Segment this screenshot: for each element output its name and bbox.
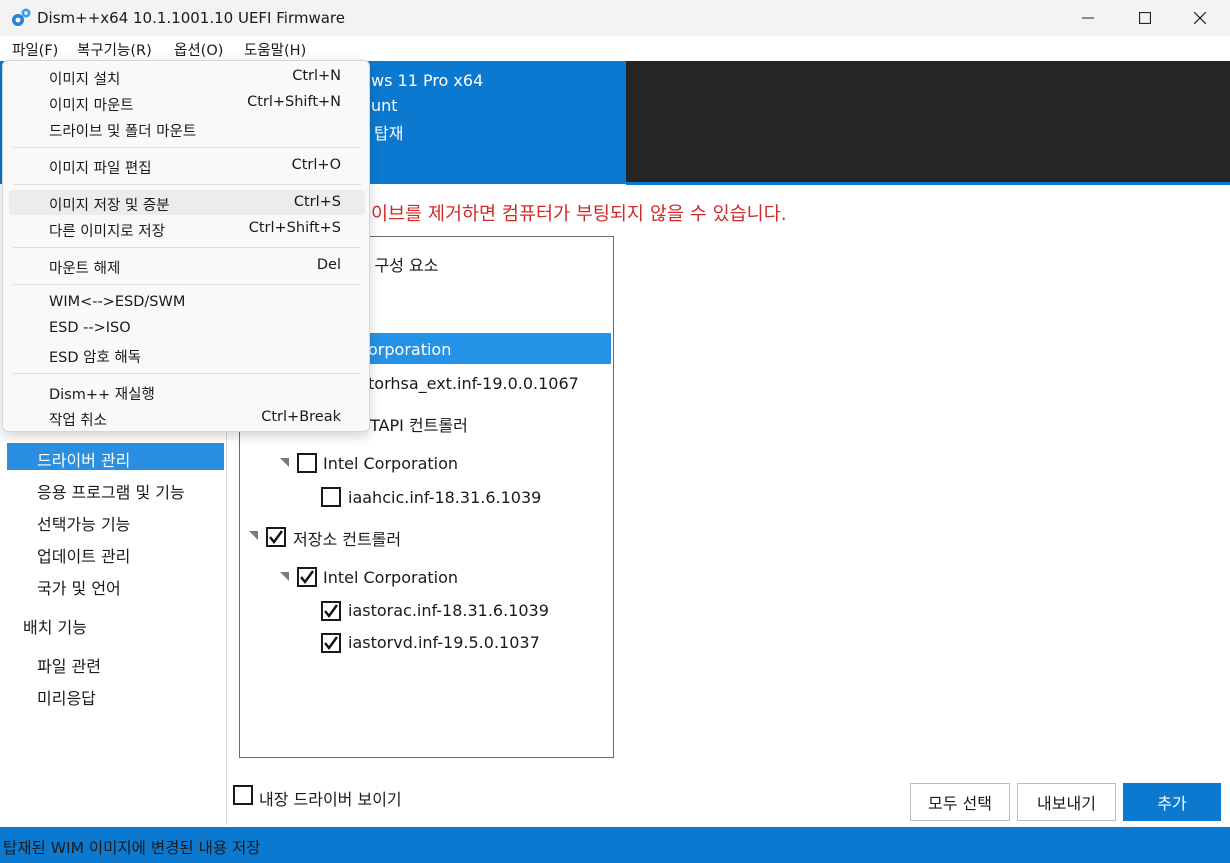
tree-item-driver[interactable]: iaahcic.inf-18.31.6.1039 <box>348 488 541 507</box>
tree-item-driver[interactable]: iastorvd.inf-19.5.0.1037 <box>348 633 540 652</box>
checkbox-checked[interactable] <box>321 633 341 653</box>
checkbox-checked[interactable] <box>321 601 341 621</box>
minimize-icon <box>1082 17 1094 19</box>
expand-arrow-icon[interactable] <box>280 572 289 581</box>
menu-item-unmount[interactable]: 마운트 해제 Del <box>9 253 365 278</box>
sidebar-item-optional-features[interactable]: 선택가능 기능 <box>37 511 130 535</box>
close-button[interactable] <box>1177 0 1223 36</box>
menu-separator <box>13 284 361 285</box>
maximize-button[interactable] <box>1122 0 1168 36</box>
header-panel-dark <box>626 61 1230 184</box>
menu-item-esd-iso[interactable]: ESD -->ISO <box>9 316 365 341</box>
menu-item-edit-image[interactable]: 이미지 파일 편집 Ctrl+O <box>9 153 365 178</box>
menu-item-save-as[interactable]: 다른 이미지로 저장 Ctrl+Shift+S <box>9 216 365 241</box>
menu-help[interactable]: 도움말(H) <box>242 39 308 60</box>
checkmark-icon <box>269 530 283 544</box>
menu-item-restart[interactable]: Dism++ 재실행 <box>9 379 365 404</box>
gears-icon <box>10 8 32 28</box>
sidebar-item-drivers[interactable]: 드라이버 관리 <box>37 447 130 471</box>
checkbox-checked[interactable] <box>297 567 317 587</box>
sidebar-item-apps[interactable]: 응용 프로그램 및 기능 <box>37 479 185 503</box>
sidebar-item-language[interactable]: 국가 및 언어 <box>37 575 121 599</box>
tree-item-category[interactable]: TAPI 컨트롤러 <box>370 412 468 436</box>
menu-file[interactable]: 파일(F) <box>10 39 60 60</box>
status-text: 탑재된 WIM 이미지에 변경된 내용 저장 <box>3 839 261 857</box>
header-state: 탑재 <box>374 124 404 143</box>
tree-item-category[interactable]: l 구성 요소 <box>365 252 439 276</box>
header-os-name: ws 11 Pro x64 <box>371 71 484 90</box>
menu-item-esd-decrypt[interactable]: ESD 암호 해독 <box>9 342 365 367</box>
checkbox-unchecked[interactable] <box>297 453 317 473</box>
add-button[interactable]: 추가 <box>1123 783 1221 821</box>
show-builtin-label[interactable]: 내장 드라이버 보이기 <box>259 786 402 810</box>
expand-arrow-icon[interactable] <box>280 458 289 467</box>
checkmark-icon <box>324 636 338 650</box>
show-builtin-checkbox[interactable] <box>233 785 253 805</box>
menu-separator <box>13 184 361 185</box>
tree-item-category[interactable]: 저장소 컨트롤러 <box>293 526 401 550</box>
menu-separator <box>13 373 361 374</box>
select-all-button[interactable]: 모두 선택 <box>910 783 1010 821</box>
sidebar-item-updates[interactable]: 업데이트 관리 <box>37 543 130 567</box>
menu-item-cancel-task[interactable]: 작업 취소 Ctrl+Break <box>9 405 365 430</box>
checkmark-icon <box>324 604 338 618</box>
sidebar-section-deployment: 배치 기능 <box>23 618 87 637</box>
expand-arrow-icon[interactable] <box>249 531 258 540</box>
tree-item-driver[interactable]: torhsa_ext.inf-19.0.0.1067 <box>368 374 579 393</box>
menu-restore[interactable]: 복구기능(R) <box>75 39 154 60</box>
menu-item-wim-esd[interactable]: WIM<-->ESD/SWM <box>9 290 365 315</box>
menu-bar: 파일(F) 복구기능(R) 옵션(O) 도움말(H) <box>0 36 1230 61</box>
status-bar: 탑재된 WIM 이미지에 변경된 내용 저장 <box>0 827 1230 863</box>
maximize-icon <box>1139 12 1151 24</box>
menu-item-mount-drive-folder[interactable]: 드라이브 및 폴더 마운트 <box>9 116 365 141</box>
checkbox-unchecked[interactable] <box>321 487 341 507</box>
menu-item-install-image[interactable]: 이미지 설치 Ctrl+N <box>9 64 365 89</box>
menu-item-save-image[interactable]: 이미지 저장 및 증분 Ctrl+S <box>9 190 365 215</box>
minimize-button[interactable] <box>1065 0 1111 36</box>
menu-separator <box>13 147 361 148</box>
header-divider <box>626 182 1230 185</box>
header-mount-status: unt <box>371 96 398 115</box>
checkbox-checked[interactable] <box>266 527 286 547</box>
menu-item-mount-image[interactable]: 이미지 마운트 Ctrl+Shift+N <box>9 90 365 115</box>
tree-item-vendor[interactable]: orporation <box>368 340 451 359</box>
close-icon <box>1194 12 1206 24</box>
menu-separator <box>13 247 361 248</box>
tree-item-vendor[interactable]: Intel Corporation <box>323 454 458 473</box>
file-menu-dropdown: 이미지 설치 Ctrl+N 이미지 마운트 Ctrl+Shift+N 드라이브 … <box>2 60 370 432</box>
warning-text: 이브를 제거하면 컴퓨터가 부팅되지 않을 수 있습니다. <box>371 204 787 225</box>
window-title: Dism++x64 10.1.1001.10 UEFI Firmware <box>37 9 345 27</box>
title-bar: Dism++x64 10.1.1001.10 UEFI Firmware <box>0 0 1230 36</box>
menu-options[interactable]: 옵션(O) <box>172 39 225 60</box>
export-button[interactable]: 내보내기 <box>1017 783 1116 821</box>
sidebar-item-answer-file[interactable]: 미리응답 <box>37 685 96 709</box>
tree-item-driver[interactable]: iastorac.inf-18.31.6.1039 <box>348 601 549 620</box>
checkmark-icon <box>300 570 314 584</box>
sidebar-item-file-assoc[interactable]: 파일 관련 <box>37 653 101 677</box>
tree-item-vendor[interactable]: Intel Corporation <box>323 568 458 587</box>
